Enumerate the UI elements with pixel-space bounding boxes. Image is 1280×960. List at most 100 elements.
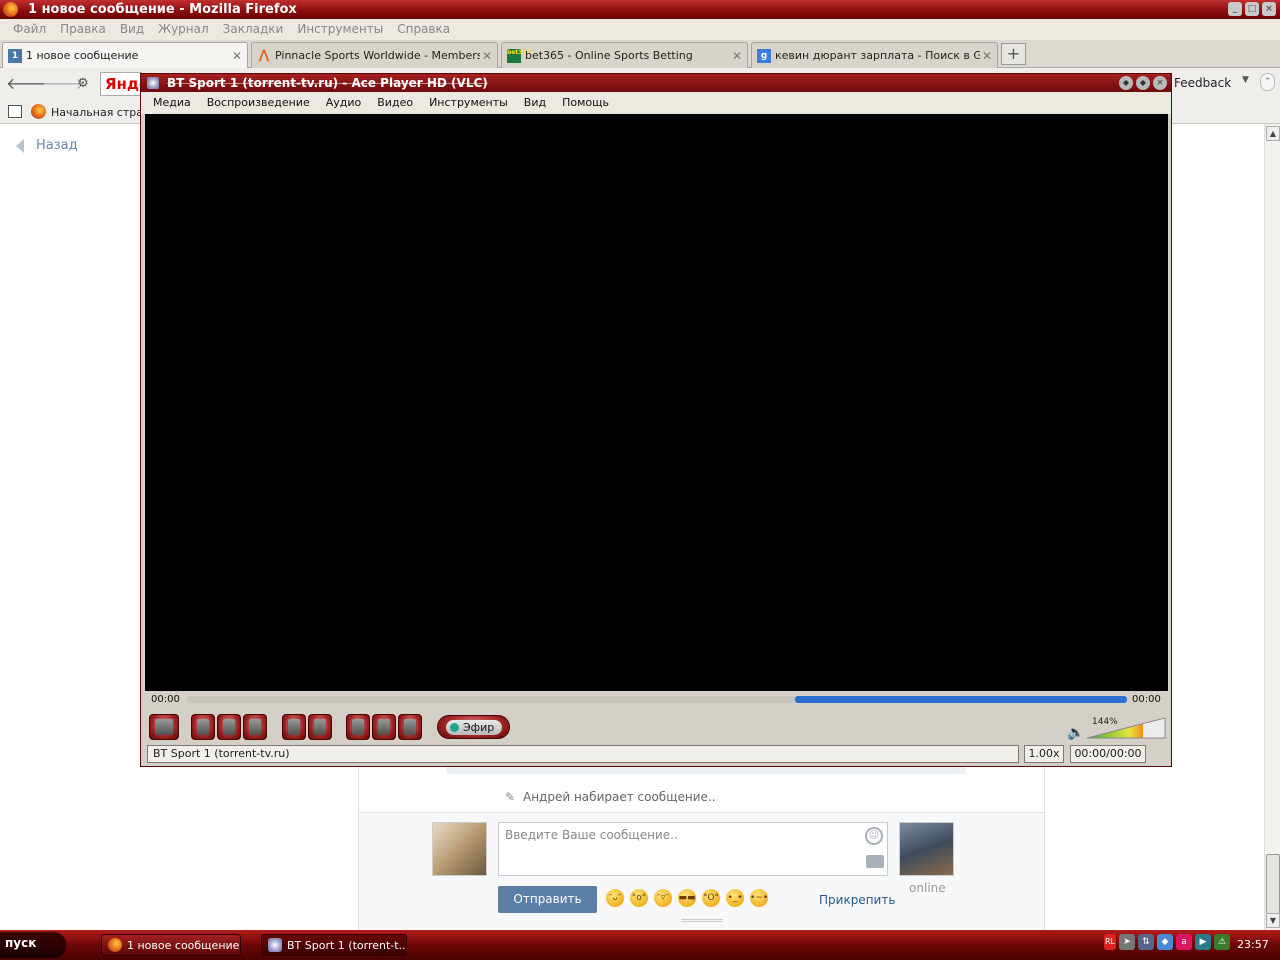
tab-close-icon[interactable]: ✕ (730, 49, 744, 63)
app-tray-icon[interactable]: ◆ (1157, 934, 1174, 950)
playlist-icon (352, 719, 364, 735)
menu-edit[interactable]: Правка (53, 19, 113, 40)
live-button[interactable]: Эфир (437, 715, 510, 739)
menu-playback[interactable]: Воспроизведение (199, 92, 318, 114)
playback-rate[interactable]: 1.00x (1024, 745, 1064, 763)
stop-button[interactable] (217, 714, 241, 740)
fullscreen-button[interactable] (282, 714, 306, 740)
network-icon[interactable]: ⇅ (1138, 934, 1155, 950)
emoji-laugh-icon[interactable]: ᵔᴗᵔ (606, 889, 624, 907)
shuffle-icon (404, 719, 416, 735)
vk-favicon-icon: 1 (8, 48, 22, 63)
shield-icon[interactable]: ⚠ (1214, 934, 1231, 950)
my-avatar[interactable] (432, 822, 487, 876)
pause-icon (155, 719, 173, 735)
forward-arrow-icon[interactable]: 🡒 (42, 74, 85, 94)
ace-player-icon (147, 77, 159, 89)
back-label: Назад (36, 138, 78, 153)
media-tray-icon[interactable]: ▶ (1195, 934, 1212, 950)
menu-tools[interactable]: Инструменты (421, 92, 516, 114)
previous-button[interactable] (191, 714, 215, 740)
scroll-icon[interactable]: ⌃ (1260, 73, 1275, 91)
shuffle-button[interactable] (398, 714, 422, 740)
feedback-button[interactable]: Feedback (1174, 76, 1231, 90)
taskbar-item-firefox[interactable]: 1 новое сообщение... (101, 934, 241, 956)
equalizer-icon (314, 719, 326, 735)
chevron-down-icon[interactable]: ▼ (1242, 75, 1249, 85)
extended-settings-button[interactable] (308, 714, 332, 740)
tab-bet365[interactable]: bet365 bet365 - Online Sports Betting ✕ (501, 42, 748, 68)
friend-avatar[interactable] (899, 822, 954, 876)
maximize-icon[interactable]: ◆ (1136, 76, 1150, 90)
menu-help[interactable]: Справка (390, 19, 457, 40)
close-icon[interactable]: × (1262, 2, 1276, 16)
tab-pinnacle[interactable]: ⋀ Pinnacle Sports Worldwide - Members Ar… (251, 42, 498, 68)
pause-button[interactable] (149, 714, 179, 740)
next-button[interactable] (243, 714, 267, 740)
menu-audio[interactable]: Аудио (318, 92, 370, 114)
language-indicator[interactable]: RL (1104, 934, 1117, 950)
tab-messages[interactable]: 1 1 новое сообщение ✕ (2, 42, 248, 68)
back-arrow-icon[interactable]: 🡐 (6, 74, 49, 94)
next-icon (249, 719, 261, 735)
loop-button[interactable] (372, 714, 396, 740)
new-tab-button[interactable]: + (1001, 43, 1026, 65)
scroll-thumb[interactable] (1266, 854, 1280, 914)
telegram-icon[interactable]: ➤ (1119, 934, 1136, 950)
tab-google-search[interactable]: g кевин дюрант зарплата - Поиск в Goo...… (751, 42, 998, 68)
scroll-down-icon[interactable]: ▼ (1266, 913, 1280, 928)
seek-bar[interactable] (187, 696, 1127, 703)
menu-history[interactable]: Журнал (151, 19, 216, 40)
url-bar[interactable]: Янде (100, 72, 142, 96)
taskbar: пуск 1 новое сообщение... BT Sport 1 (to… (0, 930, 1280, 960)
emoji-surprised-icon[interactable]: °o° (630, 889, 648, 907)
duration-display[interactable]: 00:00/00:00 (1070, 745, 1146, 763)
scroll-up-icon[interactable]: ▲ (1266, 126, 1280, 141)
emoji-grin-icon[interactable]: ᵔ▿ᵔ (654, 889, 672, 907)
menu-help[interactable]: Помощь (554, 92, 617, 114)
typing-indicator: ✎ Андрей набирает сообщение.. (505, 790, 716, 804)
time-total: 00:00 (1132, 694, 1161, 705)
menu-media[interactable]: Медиа (145, 92, 199, 114)
back-link[interactable]: Назад (16, 138, 78, 153)
video-area[interactable] (145, 114, 1168, 691)
status-bar: BT Sport 1 (torrent-tv.ru) (147, 745, 1019, 763)
emoji-neutral-icon[interactable]: •_• (726, 889, 744, 907)
identity-icon[interactable]: ⚙ (72, 74, 94, 94)
taskbar-item-ace-player[interactable]: BT Sport 1 (torrent-t... (261, 934, 407, 956)
menu-bookmarks[interactable]: Закладки (216, 19, 291, 40)
bookmark-home[interactable]: Начальная страница (51, 106, 141, 119)
menu-view[interactable]: Вид (113, 19, 151, 40)
live-label: Эфир (463, 721, 495, 734)
page-scrollbar[interactable]: ▲ ▼ (1264, 124, 1280, 930)
tab-close-icon[interactable]: ✕ (230, 49, 244, 63)
menu-tools[interactable]: Инструменты (290, 19, 390, 40)
menu-file[interactable]: Файл (6, 19, 53, 40)
speaker-icon[interactable]: 🔈 (1067, 725, 1084, 741)
menu-view[interactable]: Вид (516, 92, 554, 114)
camera-icon[interactable] (866, 855, 884, 868)
close-icon[interactable]: ✕ (1153, 76, 1167, 90)
menu-video[interactable]: Видео (369, 92, 421, 114)
ace-stream-tray-icon[interactable]: a (1176, 934, 1193, 950)
smiley-icon[interactable]: ☺ (865, 827, 883, 845)
firefox-menubar: Файл Правка Вид Журнал Закладки Инструме… (0, 19, 1280, 40)
tab-close-icon[interactable]: ✕ (480, 49, 494, 63)
emoji-thinking-icon[interactable]: •~• (750, 889, 768, 907)
playlist-button[interactable] (346, 714, 370, 740)
minimize-icon[interactable]: _ (1228, 2, 1242, 16)
tab-close-icon[interactable]: ✕ (980, 49, 994, 63)
send-button[interactable]: Отправить (498, 886, 597, 913)
attach-link[interactable]: Прикрепить (819, 893, 895, 907)
seek-buffer (795, 696, 1127, 703)
resize-grip[interactable] (681, 919, 723, 922)
clock: 23:57 (1237, 938, 1269, 951)
maximize-icon[interactable]: □ (1245, 2, 1259, 16)
minimize-icon[interactable]: ◆ (1119, 76, 1133, 90)
bookmarks-icon[interactable] (8, 105, 22, 118)
window-title: 1 новое сообщение - Mozilla Firefox (28, 2, 297, 17)
emoji-sunglasses-icon[interactable]: ▬▬ (678, 889, 696, 907)
emoji-shocked-icon[interactable]: °O° (702, 889, 720, 907)
start-button[interactable]: пуск (0, 932, 66, 958)
message-input[interactable]: Введите Ваше сообщение.. (498, 822, 888, 876)
